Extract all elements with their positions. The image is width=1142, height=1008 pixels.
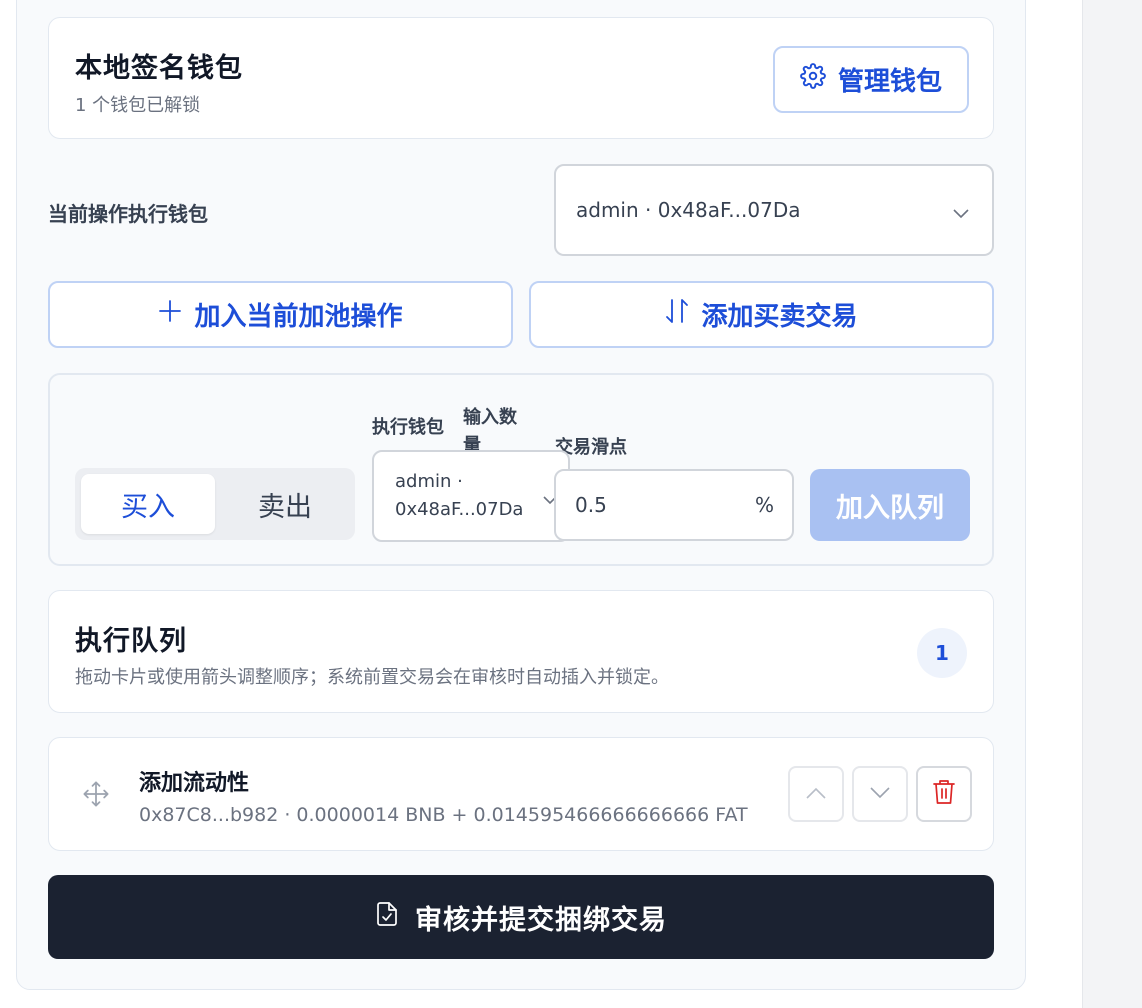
chevron-down-icon: [869, 785, 891, 804]
exec-wallet-select[interactable]: admin · 0x48aF...07Da: [554, 164, 994, 256]
move-down-button[interactable]: [852, 766, 908, 822]
chevron-down-icon: [952, 202, 970, 226]
queue-item[interactable]: 添加流动性 0x87C8...b982 · 0.0000014 BNB + 0.…: [48, 737, 994, 851]
exec-wallet-label: 当前操作执行钱包: [48, 202, 208, 226]
amount-label: 输入数量: [463, 407, 517, 452]
slippage-input[interactable]: 0.5 %: [554, 469, 794, 541]
exec-wallet-selected: admin · 0x48aF...07Da: [576, 198, 801, 222]
plus-icon: [158, 299, 182, 330]
add-pool-operation-button[interactable]: 加入当前加池操作: [48, 281, 513, 348]
chevron-up-icon: [805, 785, 827, 804]
local-wallet-card: 本地签名钱包 1 个钱包已解锁 管理钱包: [48, 17, 994, 139]
buy-tab[interactable]: 买入: [81, 474, 215, 534]
delete-item-button[interactable]: [916, 766, 972, 822]
manage-wallet-label: 管理钱包: [837, 67, 942, 97]
trade-wallet-label: 执行钱包: [372, 417, 444, 438]
trade-wallet-select[interactable]: admin · 0x48aF...07Da: [372, 450, 570, 542]
trash-icon: [932, 779, 956, 809]
execution-queue-card: 执行队列 拖动卡片或使用箭头调整顺序；系统前置交易会在审核时自动插入并锁定。 1: [48, 590, 994, 713]
move-icon[interactable]: [82, 780, 110, 812]
slippage-unit: %: [754, 493, 774, 517]
review-submit-bundle-button[interactable]: 审核并提交捆绑交易: [48, 875, 994, 959]
add-to-queue-button[interactable]: 加入队列: [810, 469, 970, 541]
gear-icon: [800, 63, 826, 96]
trade-side-toggle: 买入 卖出: [75, 468, 355, 540]
queue-item-title: 添加流动性: [139, 771, 250, 796]
slippage-value: 0.5: [575, 493, 607, 517]
add-trade-button[interactable]: 添加买卖交易: [529, 281, 994, 348]
move-up-button[interactable]: [788, 766, 844, 822]
queue-count-badge: 1: [917, 628, 967, 678]
queue-description: 拖动卡片或使用箭头调整顺序；系统前置交易会在审核时自动插入并锁定。: [75, 667, 669, 688]
trade-form-panel: 买入 卖出 执行钱包 输入数量 交易滑点 admin · 0x48aF...07…: [48, 373, 994, 566]
queue-title: 执行队列: [75, 626, 187, 657]
swap-vertical-icon: [665, 298, 689, 331]
wallet-title: 本地签名钱包: [75, 53, 243, 84]
add-trade-label: 添加买卖交易: [701, 302, 858, 332]
wallet-unlocked-status: 1 个钱包已解锁: [75, 95, 201, 116]
manage-wallet-button[interactable]: 管理钱包: [773, 46, 969, 113]
add-pool-label: 加入当前加池操作: [194, 302, 403, 332]
right-gutter: [1082, 0, 1142, 1008]
file-check-icon: [375, 901, 399, 934]
sell-tab[interactable]: 卖出: [220, 474, 350, 534]
queue-item-detail: 0x87C8...b982 · 0.0000014 BNB + 0.014595…: [139, 804, 748, 826]
submit-label: 审核并提交捆绑交易: [415, 904, 667, 936]
